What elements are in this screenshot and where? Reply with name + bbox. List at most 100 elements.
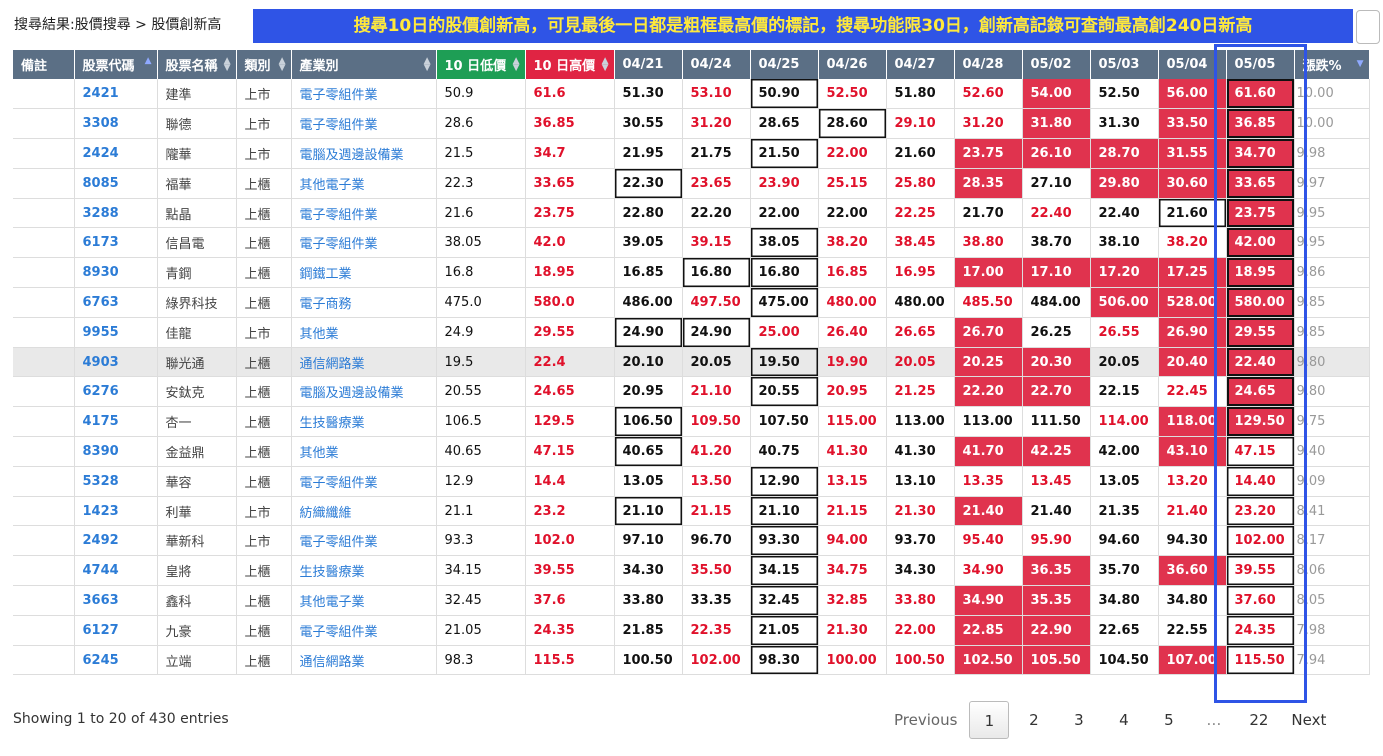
industry-link[interactable]: 電子商務 <box>291 287 437 318</box>
table-row[interactable]: 2492 華新科 上市 電子零組件業 93.3 102.0 97.10 96.70 93.30 9… <box>13 525 1370 557</box>
page-button-last[interactable]: 22 <box>1236 701 1281 739</box>
stock-code-link[interactable]: 6245 <box>74 645 158 676</box>
industry-link[interactable]: 電子零組件業 <box>291 615 437 646</box>
price-cell: 39.15 <box>682 227 751 259</box>
stock-code-link[interactable]: 4744 <box>74 555 158 587</box>
col-date-header[interactable]: 05/05 <box>1226 50 1295 79</box>
industry-link[interactable]: 電子零組件業 <box>291 525 437 557</box>
col-date-header[interactable]: 05/04 <box>1158 50 1227 79</box>
table-row[interactable]: 6173 信昌電 上櫃 電子零組件業 38.05 42.0 39.05 39.15 38.05 3… <box>13 227 1370 259</box>
table-row[interactable]: 3308 聯德 上市 電子零組件業 28.6 36.85 30.55 31.20 28.65 28… <box>13 108 1370 140</box>
industry-link[interactable]: 電子零組件業 <box>291 466 437 497</box>
col-category-header[interactable]: 類別 ▲ ▼ <box>236 50 292 79</box>
stock-code-link[interactable]: 9955 <box>74 317 158 348</box>
table-row[interactable]: 6276 安鈦克 上櫃 電腦及週邊設備業 20.55 24.65 20.95 21.10 20.… <box>13 376 1370 408</box>
stock-name: 隴華 <box>157 138 237 169</box>
price-cell: 21.40 <box>1022 496 1091 527</box>
industry-link[interactable]: 電腦及週邊設備業 <box>291 376 437 408</box>
price-cell: 31.55 <box>1158 138 1227 169</box>
table-row[interactable]: 3288 點晶 上櫃 電子零組件業 21.6 23.75 22.80 22.20 22.00 22… <box>13 198 1370 229</box>
page-button[interactable]: 5 <box>1146 701 1191 739</box>
col-date-header[interactable]: 04/26 <box>818 50 887 79</box>
col-name-header[interactable]: 股票名稱 ▲ ▼ <box>157 50 237 79</box>
stock-code-link[interactable]: 4903 <box>74 347 158 378</box>
ten-day-low: 21.05 <box>436 615 526 646</box>
industry-link[interactable]: 電子零組件業 <box>291 198 437 229</box>
price-cell: 19.90 <box>818 347 887 378</box>
col-date-header[interactable]: 04/24 <box>682 50 751 79</box>
page-button[interactable]: 2 <box>1011 701 1056 739</box>
stock-code-link[interactable]: 3308 <box>74 108 158 140</box>
table-row[interactable]: 1423 利華 上市 紡織纖維 21.1 23.2 21.10 21.15 21.10 21.15… <box>13 496 1370 527</box>
next-button[interactable]: Next <box>1281 701 1336 739</box>
stock-code-link[interactable]: 8930 <box>74 257 158 289</box>
industry-link[interactable]: 電子零組件業 <box>291 79 437 110</box>
col-note-header[interactable]: 備註 <box>13 50 75 79</box>
table-row[interactable]: 6245 立端 上櫃 通信網路業 98.3 115.5 100.50 102.00 98.30 1… <box>13 645 1370 676</box>
col-change-header[interactable]: 漲跌% ▼ <box>1294 50 1370 79</box>
price-cell: 34.30 <box>886 555 955 587</box>
col-date-header[interactable]: 04/28 <box>954 50 1023 79</box>
table-row[interactable]: 6127 九豪 上櫃 電子零組件業 21.05 24.35 21.85 22.35 21.05 2… <box>13 615 1370 646</box>
stock-code-link[interactable]: 3288 <box>74 198 158 229</box>
stock-code-link[interactable]: 2421 <box>74 79 158 110</box>
stock-code-link[interactable]: 4175 <box>74 406 158 438</box>
col-date-header[interactable]: 04/21 <box>614 50 683 79</box>
stock-code-link[interactable]: 2424 <box>74 138 158 169</box>
industry-link[interactable]: 其他業 <box>291 436 437 467</box>
table-row[interactable]: 4175 杏一 上櫃 生技醫療業 106.5 129.5 106.50 109.50 107.5… <box>13 406 1370 438</box>
price-cell: 102.50 <box>954 645 1023 676</box>
industry-link[interactable]: 其他電子業 <box>291 168 437 199</box>
table-row[interactable]: 2424 隴華 上市 電腦及週邊設備業 21.5 34.7 21.95 21.75 21.50 2… <box>13 138 1370 169</box>
table-row[interactable]: 8930 青鋼 上櫃 鋼鐵工業 16.8 18.95 16.85 16.80 16.80 16.8… <box>13 257 1370 289</box>
stock-code-link[interactable]: 6173 <box>74 227 158 259</box>
industry-link[interactable]: 其他電子業 <box>291 585 437 616</box>
industry-link[interactable]: 生技醫療業 <box>291 406 437 438</box>
page-button[interactable]: 3 <box>1056 701 1101 739</box>
stock-code-link[interactable]: 6763 <box>74 287 158 318</box>
page-button[interactable]: 4 <box>1101 701 1146 739</box>
col-code-header[interactable]: 股票代碼 ▲ <box>74 50 158 79</box>
previous-button[interactable]: Previous <box>884 701 967 739</box>
industry-link[interactable]: 紡織纖維 <box>291 496 437 527</box>
industry-link[interactable]: 生技醫療業 <box>291 555 437 587</box>
stock-code-link[interactable]: 8390 <box>74 436 158 467</box>
col-date-header[interactable]: 05/02 <box>1022 50 1091 79</box>
industry-link[interactable]: 通信網路業 <box>291 645 437 676</box>
table-row[interactable]: 4744 皇將 上櫃 生技醫療業 34.15 39.55 34.30 35.50 34.15 34… <box>13 555 1370 587</box>
col-industry-header[interactable]: 產業別 ▲ ▼ <box>291 50 437 79</box>
price-cell: 109.50 <box>682 406 751 438</box>
table-row[interactable]: 9955 佳龍 上市 其他業 24.9 29.55 24.90 24.90 25.00 26.40… <box>13 317 1370 348</box>
col-date-header[interactable]: 04/27 <box>886 50 955 79</box>
industry-link[interactable]: 其他業 <box>291 317 437 348</box>
industry-link[interactable]: 通信網路業 <box>291 347 437 378</box>
price-cell: 22.90 <box>1022 615 1091 646</box>
search-input[interactable] <box>1356 10 1380 44</box>
price-cell: 35.70 <box>1090 555 1159 587</box>
col-date-header[interactable]: 04/25 <box>750 50 819 79</box>
page-button-current[interactable]: 1 <box>969 701 1010 739</box>
table-row[interactable]: 4903 聯光通 上櫃 通信網路業 19.5 22.4 20.10 20.05 19.50 19.… <box>13 347 1370 378</box>
table-row[interactable]: 5328 華容 上櫃 電子零組件業 12.9 14.4 13.05 13.50 12.90 13.… <box>13 466 1370 497</box>
industry-link[interactable]: 電子零組件業 <box>291 227 437 259</box>
col-high-header[interactable]: 10 日高價 ▲ ▼ <box>525 50 615 79</box>
stock-code-link[interactable]: 8085 <box>74 168 158 199</box>
col-low-header[interactable]: 10 日低價 ▲ ▼ <box>436 50 526 79</box>
price-cell: 23.20 <box>1226 496 1295 527</box>
industry-link[interactable]: 電子零組件業 <box>291 108 437 140</box>
col-date-header[interactable]: 05/03 <box>1090 50 1159 79</box>
stock-code-link[interactable]: 5328 <box>74 466 158 497</box>
stock-code-link[interactable]: 1423 <box>74 496 158 527</box>
stock-code-link[interactable]: 3663 <box>74 585 158 616</box>
table-row[interactable]: 8085 福華 上櫃 其他電子業 22.3 33.65 22.30 23.65 23.90 25.… <box>13 168 1370 199</box>
price-cell: 97.10 <box>614 525 683 557</box>
table-row[interactable]: 3663 鑫科 上櫃 其他電子業 32.45 37.6 33.80 33.35 32.45 32.… <box>13 585 1370 616</box>
table-row[interactable]: 6763 綠界科技 上櫃 電子商務 475.0 580.0 486.00 497.50 475.… <box>13 287 1370 318</box>
table-row[interactable]: 8390 金益鼎 上櫃 其他業 40.65 47.15 40.65 41.20 40.75 41.… <box>13 436 1370 467</box>
stock-code-link[interactable]: 2492 <box>74 525 158 557</box>
industry-link[interactable]: 鋼鐵工業 <box>291 257 437 289</box>
stock-code-link[interactable]: 6127 <box>74 615 158 646</box>
stock-code-link[interactable]: 6276 <box>74 376 158 408</box>
table-row[interactable]: 2421 建準 上市 電子零組件業 50.9 61.6 51.30 53.10 50.90 52.… <box>13 79 1370 110</box>
industry-link[interactable]: 電腦及週邊設備業 <box>291 138 437 169</box>
